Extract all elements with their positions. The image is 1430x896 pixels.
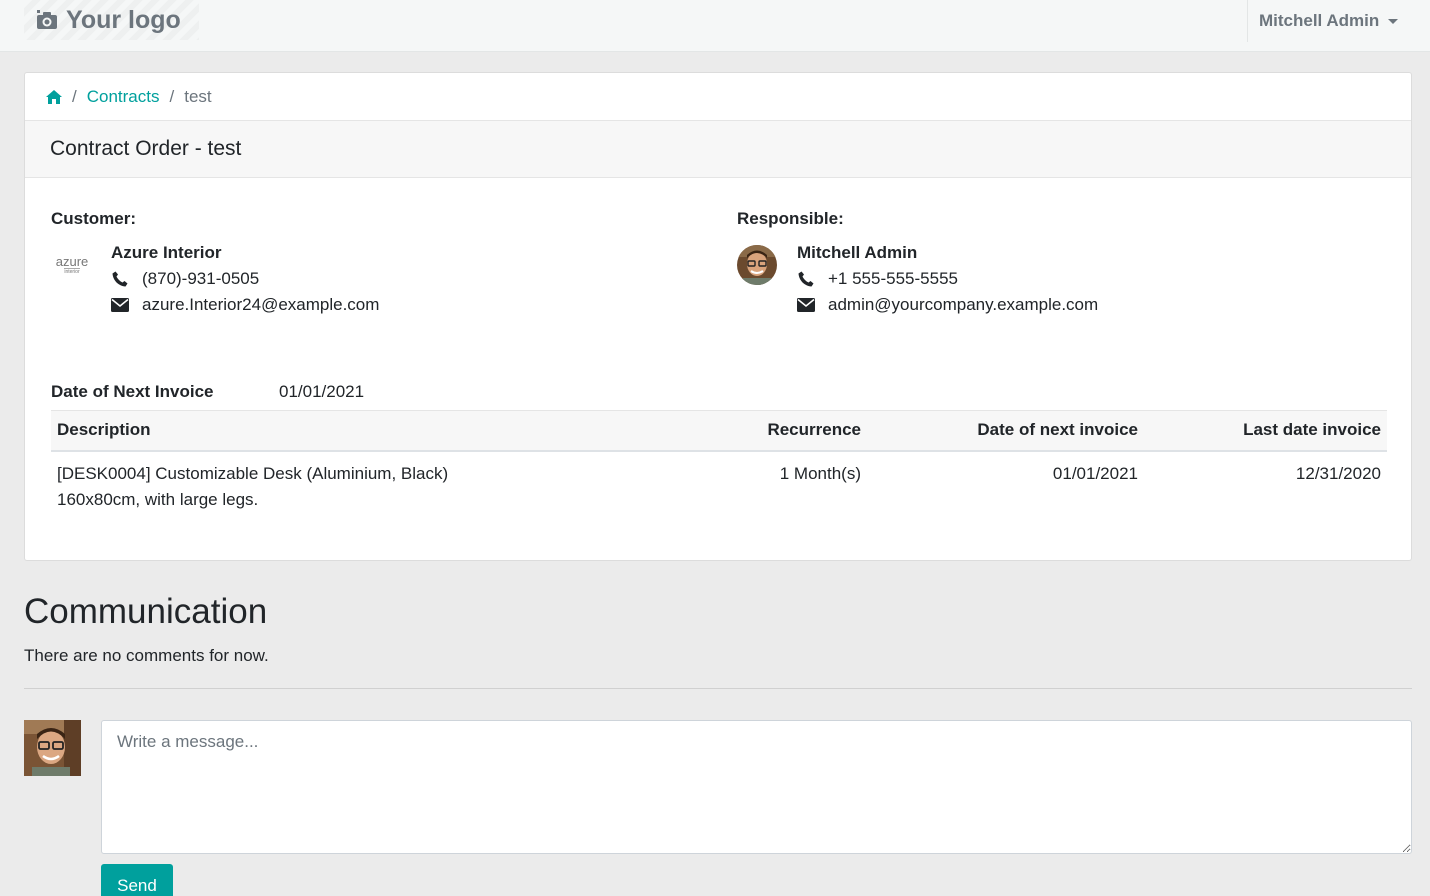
breadcrumb-current: test <box>184 86 212 106</box>
column-header-recurrence: Recurrence <box>631 410 867 452</box>
breadcrumb-separator: / <box>169 86 175 106</box>
phone-icon <box>112 271 128 287</box>
home-icon[interactable] <box>46 89 62 104</box>
responsible-avatar <box>737 245 777 285</box>
next-invoice-label: Date of Next Invoice <box>51 382 214 401</box>
responsible-block: Mitchell Admin +1 555-555-5555 admin@you… <box>737 243 1357 333</box>
line-next-invoice: 01/01/2021 <box>1052 463 1138 483</box>
line-recurrence: 1 Month(s) <box>779 463 861 483</box>
company-logo[interactable]: Your logo <box>24 0 199 40</box>
logo-text: Your logo <box>66 5 181 34</box>
customer-name: Azure Interior <box>111 243 222 262</box>
customer-email[interactable]: azure.Interior24@example.com <box>142 295 379 315</box>
next-invoice-value: 01/01/2021 <box>279 382 365 401</box>
line-last-invoice: 12/31/2020 <box>1295 463 1381 483</box>
envelope-icon <box>797 298 815 312</box>
contract-lines-table: Description Recurrence Date of next invo… <box>51 410 1387 522</box>
send-button[interactable]: Send <box>101 864 173 896</box>
communication-title: Communication <box>24 592 268 631</box>
message-input[interactable] <box>101 720 1412 854</box>
column-header-description: Description <box>51 410 631 452</box>
responsible-email-row: admin@yourcompany.example.com <box>797 295 1098 315</box>
user-name: Mitchell Admin <box>1259 11 1380 30</box>
column-header-next-invoice: Date of next invoice <box>867 410 1144 452</box>
responsible-email[interactable]: admin@yourcompany.example.com <box>828 295 1098 315</box>
breadcrumb: / Contracts / test <box>25 73 1411 121</box>
phone-icon <box>798 271 814 287</box>
customer-phone-row: (870)-931-0505 <box>111 269 259 289</box>
customer-logo-text: azure <box>55 254 89 269</box>
next-invoice-row: Date of Next Invoice 01/01/2021 <box>51 382 364 402</box>
user-menu-dropdown[interactable]: Mitchell Admin <box>1247 0 1430 42</box>
line-description-line2: 160x80cm, with large legs. <box>57 489 259 509</box>
caret-down-icon <box>1388 19 1399 24</box>
divider <box>24 688 1412 689</box>
column-header-last-invoice: Last date invoice <box>1144 410 1387 452</box>
customer-logo: azure interior <box>51 247 93 283</box>
customer-phone: (870)-931-0505 <box>142 269 260 288</box>
camera-icon <box>37 10 57 29</box>
table-row: [DESK0004] Customizable Desk (Aluminium,… <box>51 451 1387 522</box>
customer-logo-subtext: interior <box>64 268 80 275</box>
responsible-phone: +1 555-555-5555 <box>828 269 958 288</box>
line-description-line1: [DESK0004] Customizable Desk (Aluminium,… <box>57 463 449 483</box>
breadcrumb-contracts-link[interactable]: Contracts <box>87 87 160 107</box>
envelope-icon <box>111 298 129 312</box>
line-description: [DESK0004] Customizable Desk (Aluminium,… <box>51 451 631 522</box>
avatar <box>24 720 81 776</box>
customer-email-row: azure.Interior24@example.com <box>111 295 379 315</box>
contract-card: / Contracts / test Contract Order - test… <box>24 72 1412 561</box>
table-header-row: Description Recurrence Date of next invo… <box>51 410 1387 452</box>
no-comments-text: There are no comments for now. <box>24 646 269 665</box>
top-navbar: Your logo Mitchell Admin <box>0 0 1430 52</box>
customer-label: Customer: <box>51 209 137 228</box>
responsible-label: Responsible: <box>737 209 844 228</box>
page-title: Contract Order - test <box>25 121 1411 178</box>
breadcrumb-separator: / <box>72 86 77 106</box>
responsible-name: Mitchell Admin <box>797 243 918 262</box>
customer-block: azure interior Azure Interior (870)-931-… <box>51 243 671 333</box>
responsible-phone-row: +1 555-555-5555 <box>797 269 958 289</box>
